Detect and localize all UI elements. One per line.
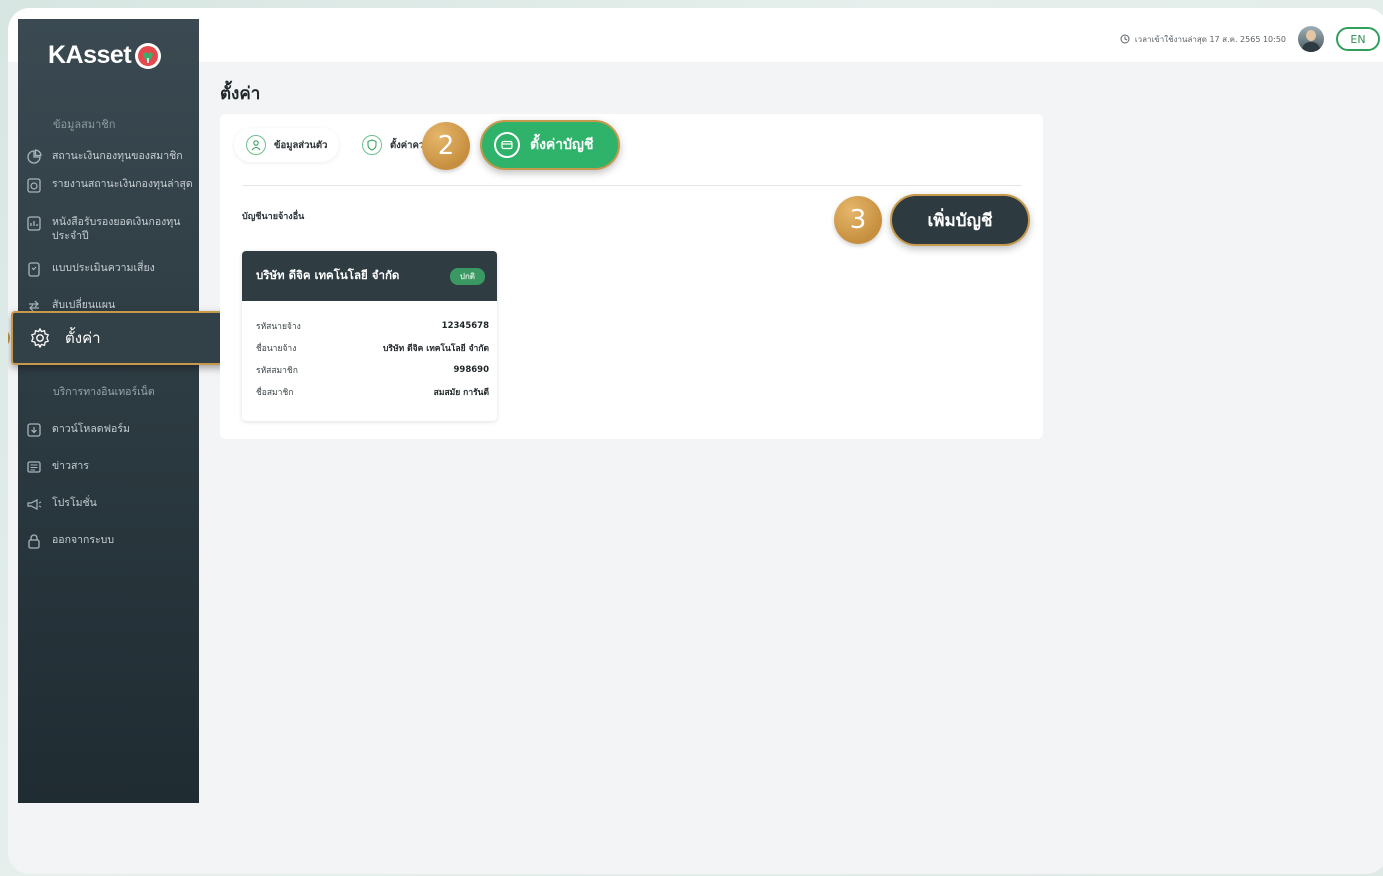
row-value: 998690 xyxy=(453,365,490,375)
certificate-icon xyxy=(27,216,41,231)
report-icon xyxy=(27,178,41,193)
lock-icon xyxy=(28,534,40,549)
status-badge: ปกติ xyxy=(449,267,485,285)
add-account-button[interactable]: เพิ่มบัญชี xyxy=(890,194,1030,246)
page-title: ตั้งค่า xyxy=(220,84,261,104)
logo-text: KAsset xyxy=(48,41,132,69)
clock-icon xyxy=(1120,34,1130,44)
tab-account-settings[interactable]: ตั้งค่าบัญชี xyxy=(480,120,620,170)
sidebar-item-label: ตั้งค่า xyxy=(65,329,101,347)
assessment-icon xyxy=(28,262,40,277)
language-toggle-button[interactable]: EN xyxy=(1336,27,1380,51)
sidebar: KAsset ข้อมูลสมาชิก สถานะเงินกองทุนของสม… xyxy=(18,19,199,803)
kbank-leaf-icon xyxy=(135,42,162,69)
divider xyxy=(242,185,1022,186)
sidebar-section-label: ข้อมูลสมาชิก xyxy=(53,118,116,131)
sidebar-item-logout[interactable]: ออกจากระบบ xyxy=(26,533,196,549)
megaphone-icon xyxy=(27,499,42,510)
user-icon xyxy=(246,135,266,155)
sidebar-item-annual-certificate[interactable]: หนังสือรับรองยอดเงินกองทุนประจำปี xyxy=(26,215,196,243)
sidebar-item-news[interactable]: ข่าวสาร xyxy=(26,459,196,475)
sidebar-item-internet-service[interactable]: บริการทางอินเทอร์เน็ต xyxy=(53,385,223,399)
sidebar-item-risk-assessment[interactable]: แบบประเมินความเสี่ยง xyxy=(26,261,196,277)
sidebar-item-label: ข่าวสาร xyxy=(52,460,89,472)
employer-row: ชื่อสมาชิก สมสมัย การันตี xyxy=(242,381,497,403)
sidebar-item-promotion[interactable]: โปรโมชั่น xyxy=(26,496,196,512)
row-label: ชื่อสมาชิก xyxy=(256,388,294,398)
settings-card: ข้อมูลส่วนตัว ตั้งค่าคว 2 ตั้งค่าบัญชี บ… xyxy=(220,114,1043,439)
tab-label: ตั้งค่าบัญชี xyxy=(530,137,594,153)
header-actions: เวลาเข้าใช้งานล่าสุด 17 ส.ค. 2565 10:50 … xyxy=(1120,26,1380,52)
sidebar-item-label: รายงานสถานะเงินกองทุนล่าสุด xyxy=(52,178,193,190)
sidebar-item-label: สับเปลี่ยนแผน xyxy=(52,299,116,311)
last-login: เวลาเข้าใช้งานล่าสุด 17 ส.ค. 2565 10:50 xyxy=(1120,33,1286,46)
employer-card-header: บริษัท ดีจิค เทคโนโลยี จำกัด ปกติ xyxy=(242,251,497,301)
tab-label: ตั้งค่าคว xyxy=(390,139,425,151)
news-icon xyxy=(27,461,41,473)
last-login-text: เวลาเข้าใช้งานล่าสุด 17 ส.ค. 2565 10:50 xyxy=(1134,34,1286,44)
sidebar-item-fund-status[interactable]: สถานะเงินกองทุนของสมาชิก xyxy=(26,149,196,165)
sidebar-item-label: แบบประเมินความเสี่ยง xyxy=(52,262,155,274)
row-label: ชื่อนายจ้าง xyxy=(256,344,297,354)
tab-personal-info[interactable]: ข้อมูลส่วนตัว xyxy=(234,128,340,162)
row-value: บริษัท ดีจิค เทคโนโลยี จำกัด xyxy=(383,344,489,354)
app-window: KAsset ข้อมูลสมาชิก สถานะเงินกองทุนของสม… xyxy=(8,8,1383,874)
step-1-marker xyxy=(8,328,10,348)
company-name: บริษัท ดีจิค เทคโนโลยี จำกัด xyxy=(256,268,400,282)
sidebar-item-label: หนังสือรับรองยอดเงินกองทุนประจำปี xyxy=(52,216,181,242)
download-icon xyxy=(27,423,41,437)
kasset-logo[interactable]: KAsset xyxy=(48,41,162,70)
employer-row: รหัสนายจ้าง 12345678 xyxy=(242,315,497,337)
avatar[interactable] xyxy=(1298,26,1324,52)
sidebar-item-latest-report[interactable]: รายงานสถานะเงินกองทุนล่าสุด xyxy=(26,177,196,193)
sidebar-item-label: บริการทางอินเทอร์เน็ต xyxy=(53,386,155,398)
employer-row: รหัสสมาชิก 998690 xyxy=(242,359,497,381)
employer-row: ชื่อนายจ้าง บริษัท ดีจิค เทคโนโลยี จำกัด xyxy=(242,337,497,359)
gear-icon xyxy=(31,328,49,348)
sidebar-item-label: ออกจากระบบ xyxy=(52,534,114,546)
tab-label: ข้อมูลส่วนตัว xyxy=(274,139,328,151)
sidebar-item-label: ดาวน์โหลดฟอร์ม xyxy=(52,423,130,435)
pie-chart-icon xyxy=(27,149,42,164)
sidebar-item-download-form[interactable]: ดาวน์โหลดฟอร์ม xyxy=(26,422,196,438)
card-icon xyxy=(494,132,520,158)
row-value: สมสมัย การันตี xyxy=(433,388,489,398)
row-label: รหัสสมาชิก xyxy=(256,366,298,376)
sidebar-item-label: โปรโมชั่น xyxy=(52,497,97,509)
step-3-marker: 3 xyxy=(834,196,882,244)
section-title: บัญชีนายจ้างอื่น xyxy=(242,212,305,222)
row-value: 12345678 xyxy=(441,321,489,331)
row-label: รหัสนายจ้าง xyxy=(256,322,301,332)
step-2-marker: 2 xyxy=(422,122,470,170)
employer-card[interactable]: บริษัท ดีจิค เทคโนโลยี จำกัด ปกติ รหัสนา… xyxy=(242,251,497,421)
shield-icon xyxy=(362,135,382,155)
employer-card-body: รหัสนายจ้าง 12345678 ชื่อนายจ้าง บริษัท … xyxy=(242,301,497,403)
sidebar-item-label: สถานะเงินกองทุนของสมาชิก xyxy=(52,150,183,162)
